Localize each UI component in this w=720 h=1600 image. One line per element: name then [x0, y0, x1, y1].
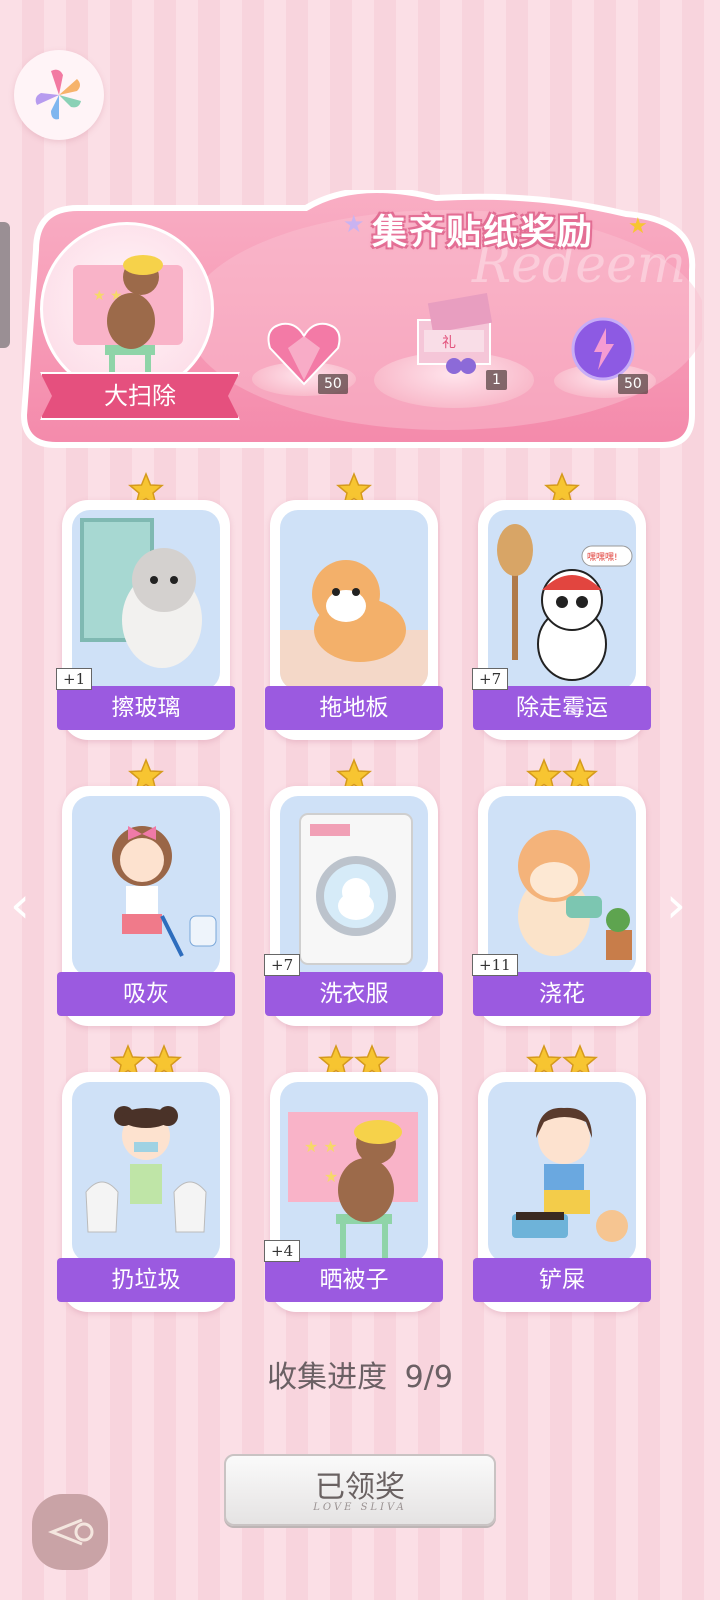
sticker-image: ★ ★ ★: [280, 1082, 428, 1262]
side-drawer-handle[interactable]: [0, 222, 10, 348]
claimed-button-sub: LOVE SLIVA: [313, 1502, 407, 1513]
sticker-count-badge: +4: [264, 1240, 301, 1262]
sticker-card[interactable]: 吸灰: [57, 786, 235, 1026]
featured-sticker-label: 大扫除: [40, 372, 240, 420]
sticker-card[interactable]: 洗衣服 +7: [264, 786, 443, 1026]
sticker-label: 吸灰: [57, 972, 235, 1016]
sticker-label: 洗衣服: [265, 972, 443, 1016]
sticker-label: 拖地板: [265, 686, 443, 730]
girl-carrying-trash-icon: [85, 1106, 207, 1233]
back-button[interactable]: [32, 1494, 108, 1570]
previous-page-arrow[interactable]: ‹: [10, 880, 30, 930]
sticker-count-badge: +7: [472, 668, 509, 690]
sticker-image: [72, 1082, 220, 1262]
bear-hanging-quilt-icon: ★ ★ ★ ★: [73, 255, 183, 377]
panda-with-broom-icon: 嘿嘿嘿!: [497, 524, 633, 681]
girl-vacuuming-icon: [112, 826, 217, 957]
claimed-button[interactable]: 已领奖 LOVE SLIVA: [224, 1454, 496, 1526]
reward-quantity: 50: [618, 374, 648, 394]
svg-text:礼: 礼: [442, 335, 456, 351]
sticker-image: [72, 510, 220, 690]
sticker-card[interactable]: 拖地板: [265, 500, 443, 740]
bear-hanging-quilt-icon: ★ ★ ★: [288, 1112, 418, 1258]
sticker-card[interactable]: 铲屎: [473, 1072, 651, 1312]
sticker-image: [488, 796, 636, 976]
sticker-label: 扔垃圾: [57, 1258, 235, 1302]
star-decoration-icon: ★: [628, 214, 648, 239]
cat-in-washing-machine-icon: [299, 813, 413, 965]
reward-quantity: 50: [318, 374, 348, 394]
sticker-count-badge: +7: [264, 954, 301, 976]
claimed-button-label: 已领奖: [315, 1470, 405, 1505]
back-arrow-icon: [47, 1518, 94, 1546]
sticker-image: [280, 510, 428, 690]
corgi-mopping-icon: [280, 560, 428, 690]
sticker-card[interactable]: 浇花 +11: [472, 786, 651, 1026]
sticker-card[interactable]: ★ ★ ★ 晒被子 +4: [264, 1072, 443, 1312]
reward-quantity: 1: [486, 370, 507, 390]
featured-sticker: ★ ★ ★ ★: [40, 222, 214, 396]
sticker-image: 嘿嘿嘿!: [488, 510, 636, 690]
progress-value: 9/9: [404, 1360, 453, 1395]
sticker-image: [280, 796, 428, 976]
sticker-card[interactable]: 擦玻璃 +1: [56, 500, 235, 740]
sticker-card[interactable]: 扔垃圾: [57, 1072, 235, 1312]
sticker-count-badge: +11: [472, 954, 518, 976]
sticker-label: 晒被子: [265, 1258, 443, 1302]
app-logo[interactable]: [14, 50, 104, 140]
sticker-label: 擦玻璃: [57, 686, 235, 730]
sticker-count-badge: +1: [56, 668, 93, 690]
sticker-image: [488, 1082, 636, 1262]
gift-box-icon[interactable]: 礼: [406, 290, 502, 376]
sticker-image: [72, 796, 220, 976]
next-page-arrow[interactable]: ›: [666, 880, 686, 930]
svg-text:★: ★: [324, 1167, 338, 1186]
collection-progress: 收集进度 9/9: [0, 1352, 720, 1396]
cat-watering-plant-icon: [518, 830, 632, 960]
svg-text:★ ★: ★ ★: [304, 1137, 338, 1156]
sticker-label: 除走霉运: [473, 686, 651, 730]
pinwheel-icon: [35, 69, 81, 120]
girl-cleaning-litter-icon: [512, 1107, 628, 1242]
svg-text:嘿嘿嘿!: 嘿嘿嘿!: [587, 552, 618, 563]
sticker-label: 浇花: [473, 972, 651, 1016]
star-decoration-icon: ★: [343, 210, 365, 238]
progress-label: 收集进度: [267, 1360, 388, 1395]
cat-cleaning-window-icon: [80, 518, 202, 668]
sticker-card[interactable]: 嘿嘿嘿! 除走霉运 +7: [472, 500, 651, 740]
sticker-label: 铲屎: [473, 1258, 651, 1302]
purple-energy-orb-icon[interactable]: [570, 316, 636, 382]
banner-title: 集齐贴纸奖励: [372, 213, 595, 253]
